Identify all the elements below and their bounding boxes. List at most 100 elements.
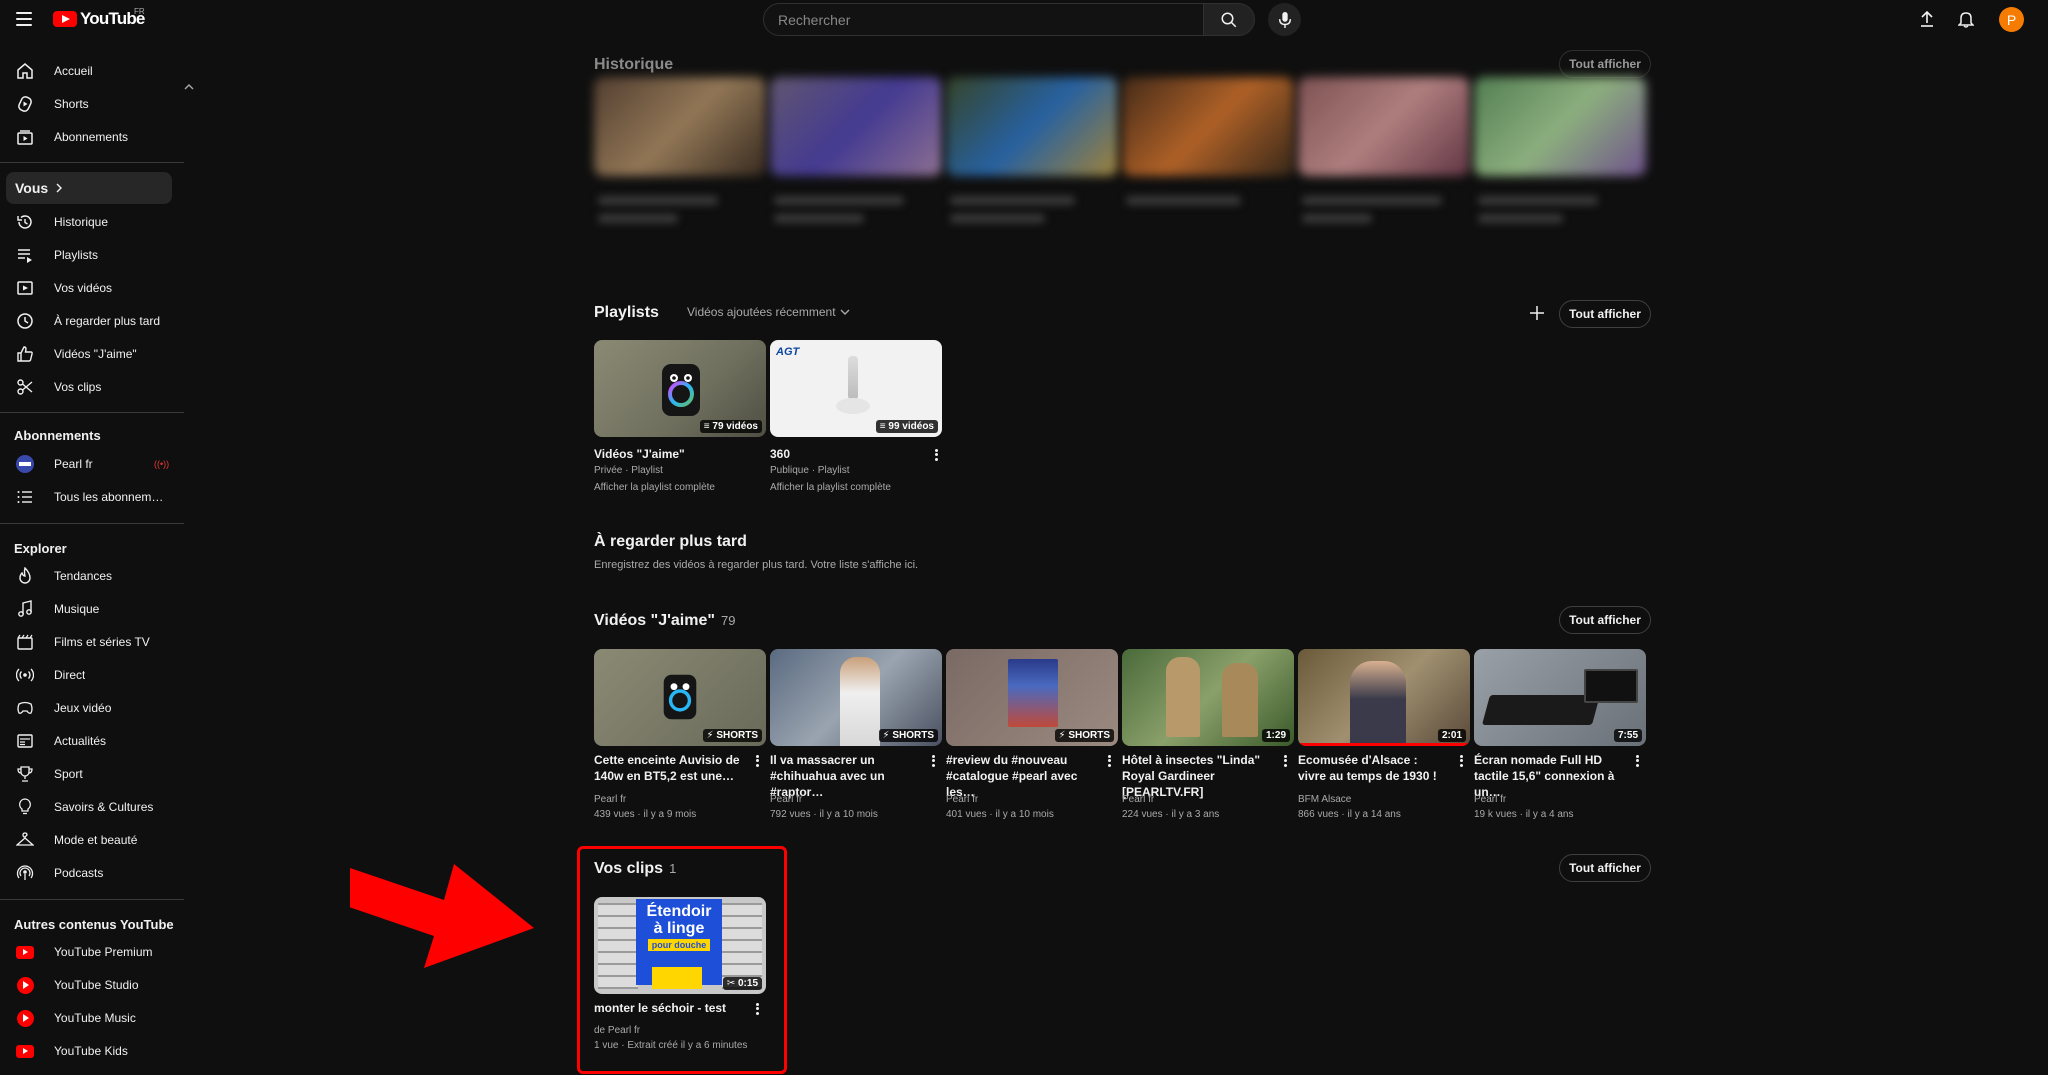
liked-see-all-button[interactable]: Tout afficher (1559, 606, 1651, 634)
watch-progress-bar (1298, 743, 1470, 746)
video-channel[interactable]: Pearl fr (594, 794, 626, 805)
playlists-see-all-button[interactable]: Tout afficher (1559, 300, 1651, 328)
video-channel[interactable]: Pearl fr (1122, 794, 1154, 805)
playlist-thumbnail[interactable]: ≡ 79 vidéos (594, 340, 766, 437)
speaker-image (663, 674, 697, 720)
sidebar-item-historique[interactable]: Historique (6, 206, 172, 238)
video-title[interactable]: Ecomusée d'Alsace : vivre au temps de 19… (1298, 752, 1448, 784)
sidebar-item-musique[interactable]: Musique (6, 593, 172, 625)
notifications-button[interactable] (1955, 8, 1977, 30)
account-avatar[interactable]: P (1999, 7, 2024, 32)
hamburger-menu-icon[interactable] (14, 9, 34, 29)
yt-music-icon (15, 1008, 35, 1028)
video-title[interactable]: Il va massacrer un #chihuahua avec un #r… (770, 752, 920, 800)
sidebar-vous-header[interactable]: Vous (6, 172, 172, 204)
liked-count: 79 (720, 613, 736, 628)
more-options-icon[interactable] (1280, 752, 1290, 770)
video-title[interactable]: Écran nomade Full HD tactile 15,6" conne… (1474, 752, 1624, 800)
sidebar-item-savoirs-cultures[interactable]: Savoirs & Cultures (6, 791, 172, 823)
view-full-playlist-link[interactable]: Afficher la playlist complète (770, 482, 891, 493)
sidebar-item-shorts[interactable]: Shorts (6, 88, 172, 120)
youtube-logo[interactable]: YouTube (53, 9, 145, 29)
playlist-count-badge: ≡ 79 vidéos (699, 420, 762, 433)
history-video-thumbnail[interactable] (1474, 77, 1646, 176)
chevron-up-icon[interactable] (184, 78, 194, 96)
playlist-thumbnail[interactable]: AGT ≡ 99 vidéos (770, 340, 942, 437)
sidebar-item-tendances[interactable]: Tendances (6, 560, 172, 592)
sidebar-item-youtube-studio[interactable]: YouTube Studio (6, 969, 172, 1001)
video-title[interactable]: Cette enceinte Auvisio de 140w en BT5,2 … (594, 752, 744, 784)
upload-button[interactable] (1916, 8, 1938, 30)
history-title: Historique (594, 56, 674, 73)
sidebar-item-accueil[interactable]: Accueil (6, 55, 172, 87)
playlists-sort-dropdown[interactable]: Vidéos ajoutées récemment (687, 305, 850, 319)
more-options-icon[interactable] (931, 446, 941, 464)
video-meta: 19 k vues · il y a 4 ans (1474, 809, 1574, 820)
sidebar-item-jeux-video[interactable]: Jeux vidéo (6, 692, 172, 724)
video-thumbnail[interactable]: 7:55 (1474, 649, 1646, 746)
video-title[interactable]: #review du #nouveau #catalogue #pearl av… (946, 752, 1096, 800)
more-options-icon[interactable] (752, 752, 762, 770)
video-thumbnail[interactable]: 1:29 (1122, 649, 1294, 746)
sidebar-item-pearl-fr[interactable]: Pearl fr ((•)) (6, 448, 172, 480)
history-video-thumbnail[interactable] (1122, 77, 1294, 176)
video-channel[interactable]: BFM Alsace (1298, 794, 1351, 805)
video-channel[interactable]: Pearl fr (770, 794, 802, 805)
search-input[interactable] (764, 4, 1203, 35)
video-thumbnail[interactable]: ⚡ SHORTS (946, 649, 1118, 746)
history-blurred-text (1478, 196, 1598, 205)
speaker-image (662, 364, 700, 416)
create-playlist-button[interactable] (1527, 303, 1547, 323)
video-thumbnail[interactable]: ⚡ SHORTS (770, 649, 942, 746)
playlist-title[interactable]: Vidéos "J'aime" (594, 446, 744, 462)
history-see-all-button[interactable]: Tout afficher (1559, 50, 1651, 78)
sidebar-item-tous-les-abonnements[interactable]: Tous les abonnements (6, 481, 172, 513)
history-video-thumbnail[interactable] (594, 77, 766, 176)
shorts-badge: ⚡ SHORTS (1054, 729, 1114, 742)
clips-see-all-button[interactable]: Tout afficher (1559, 854, 1651, 882)
bulb-icon (15, 797, 35, 817)
sidebar-item-playlists[interactable]: Playlists (6, 239, 172, 271)
sidebar-item-vos-clips[interactable]: Vos clips (6, 371, 172, 403)
sidebar-item-youtube-premium[interactable]: YouTube Premium (6, 936, 172, 968)
history-video-thumbnail[interactable] (770, 77, 942, 176)
more-options-icon[interactable] (1104, 752, 1114, 770)
sidebar-divider (0, 523, 184, 524)
history-blurred-text (774, 214, 864, 223)
sidebar-item-podcasts[interactable]: Podcasts (6, 857, 172, 889)
person-image (840, 657, 880, 746)
watch-later-icon (15, 311, 35, 331)
view-full-playlist-link[interactable]: Afficher la playlist complète (594, 482, 715, 493)
list-icon (15, 487, 35, 507)
more-options-icon[interactable] (1632, 752, 1642, 770)
sidebar-item-abonnements[interactable]: Abonnements (6, 121, 172, 153)
sidebar-item-films-series[interactable]: Films et séries TV (6, 626, 172, 658)
history-video-thumbnail[interactable] (946, 77, 1118, 176)
voice-search-button[interactable] (1268, 3, 1301, 36)
sidebar-item-actualites[interactable]: Actualités (6, 725, 172, 757)
sidebar-item-sport[interactable]: Sport (6, 758, 172, 790)
video-meta: 401 vues · il y a 10 mois (946, 809, 1054, 820)
chevron-down-icon (840, 309, 850, 315)
sidebar-item-direct[interactable]: Direct (6, 659, 172, 691)
video-channel[interactable]: Pearl fr (1474, 794, 1506, 805)
sidebar-item-a-regarder-plus-tard[interactable]: À regarder plus tard (6, 305, 172, 337)
video-thumbnail[interactable]: ⚡ SHORTS (594, 649, 766, 746)
sidebar-item-videos-jaime[interactable]: Vidéos "J'aime" (6, 338, 172, 370)
video-thumbnail[interactable]: 2:01 (1298, 649, 1470, 746)
youtube-play-icon (53, 11, 77, 27)
history-video-thumbnail[interactable] (1298, 77, 1470, 176)
sidebar-item-youtube-music[interactable]: YouTube Music (6, 1002, 172, 1034)
more-options-icon[interactable] (1456, 752, 1466, 770)
sidebar-item-youtube-kids[interactable]: YouTube Kids (6, 1035, 172, 1067)
search-button[interactable] (1204, 3, 1255, 36)
sidebar-item-mode-beaute[interactable]: Mode et beauté (6, 824, 172, 856)
music-icon (15, 599, 35, 619)
video-channel[interactable]: Pearl fr (946, 794, 978, 805)
keyboard-image (1481, 695, 1601, 725)
video-title[interactable]: Hôtel à insectes "Linda" Royal Gardineer… (1122, 752, 1272, 800)
playlist-title[interactable]: 360 (770, 446, 920, 462)
sidebar-item-vos-videos[interactable]: Vos vidéos (6, 272, 172, 304)
more-options-icon[interactable] (928, 752, 938, 770)
yt-studio-icon (15, 975, 35, 995)
